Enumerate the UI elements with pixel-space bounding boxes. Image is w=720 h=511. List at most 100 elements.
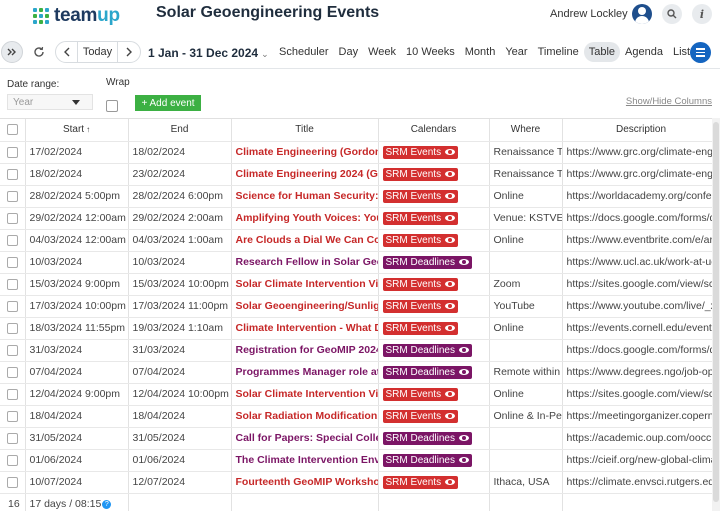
calendar-cell[interactable]: SRM Events — [378, 185, 490, 208]
eye-icon[interactable] — [458, 259, 469, 265]
calendar-cell[interactable]: SRM Deadlines — [378, 339, 490, 362]
today-button[interactable]: Today — [78, 42, 118, 62]
title-cell[interactable]: Registration for GeoMIP 2024 meeting — [231, 339, 379, 362]
row-checkbox[interactable] — [6, 146, 18, 158]
table-row[interactable]: 15/03/2024 9:00pm 15/03/2024 10:00pm Solar… — [0, 273, 720, 296]
eye-icon[interactable] — [445, 171, 456, 177]
description-cell[interactable]: https://docs.google.com/forms/d — [562, 339, 720, 362]
row-checkbox[interactable] — [6, 366, 18, 378]
start-cell[interactable]: 31/05/2024 — [25, 427, 129, 450]
table-row[interactable]: 28/02/2024 5:00pm 28/02/2024 6:00pm Scienc… — [0, 185, 720, 208]
info-icon[interactable]: i — [692, 4, 712, 24]
show-hide-columns-link[interactable]: Show/Hide Columns — [626, 96, 712, 107]
calendar-cell[interactable]: SRM Events — [378, 317, 490, 340]
tab-year[interactable]: Year — [500, 42, 532, 62]
end-cell[interactable]: 15/03/2024 10:00pm — [128, 273, 232, 296]
description-cell[interactable]: https://sites.google.com/view/sci — [562, 273, 720, 296]
row-checkbox[interactable] — [6, 410, 18, 422]
end-cell[interactable]: 04/03/2024 1:00am — [128, 229, 232, 252]
table-row[interactable]: 17/02/2024 18/02/2024 Climate Engineering … — [0, 141, 720, 164]
description-cell[interactable]: https://academic.oup.com/oocc — [562, 427, 720, 450]
title-cell[interactable]: Research Fellow in Solar Geoengineering — [231, 251, 379, 274]
column-header-end[interactable]: End — [128, 119, 232, 142]
end-cell[interactable]: 28/02/2024 6:00pm — [128, 185, 232, 208]
table-row[interactable]: 29/02/2024 12:00am 29/02/2024 2:00am Ampli… — [0, 207, 720, 230]
title-cell[interactable]: Science for Human Security: Navigating — [231, 185, 379, 208]
row-checkbox[interactable] — [6, 432, 18, 444]
where-cell[interactable]: YouTube — [489, 295, 563, 318]
start-cell[interactable]: 28/02/2024 5:00pm — [25, 185, 129, 208]
eye-icon[interactable] — [445, 237, 456, 243]
eye-icon[interactable] — [458, 369, 469, 375]
end-cell[interactable]: 01/06/2024 — [128, 449, 232, 472]
table-row[interactable]: 18/04/2024 18/04/2024 Solar Radiation Modi… — [0, 405, 720, 428]
end-cell[interactable]: 31/05/2024 — [128, 427, 232, 450]
where-cell[interactable] — [489, 449, 563, 472]
tab-10-weeks[interactable]: 10 Weeks — [401, 42, 460, 62]
start-cell[interactable]: 31/03/2024 — [25, 339, 129, 362]
end-cell[interactable]: 19/03/2024 1:10am — [128, 317, 232, 340]
table-row[interactable]: 07/04/2024 07/04/2024 Programmes Manager r… — [0, 361, 720, 384]
column-header-start[interactable]: Start ↑ — [25, 119, 129, 142]
title-cell[interactable]: The Climate Intervention Environmental — [231, 449, 379, 472]
calendar-cell[interactable]: SRM Events — [378, 383, 490, 406]
description-cell[interactable]: https://www.grc.org/climate-engineering-… — [562, 141, 720, 164]
title-cell[interactable]: Are Clouds a Dial We Can Control? — [231, 229, 379, 252]
menu-icon[interactable] — [690, 42, 711, 63]
start-cell[interactable]: 10/03/2024 — [25, 251, 129, 274]
title-cell[interactable]: Climate Engineering (Gordon Research Con… — [231, 141, 379, 164]
row-checkbox[interactable] — [6, 234, 18, 246]
start-cell[interactable]: 17/02/2024 — [25, 141, 129, 164]
calendar-cell[interactable]: SRM Deadlines — [378, 427, 490, 450]
tab-scheduler[interactable]: Scheduler — [274, 42, 334, 62]
description-cell[interactable]: https://www.ucl.ac.uk/work-at-ucl — [562, 251, 720, 274]
description-cell[interactable]: https://www.grc.org/climate-engineering-… — [562, 163, 720, 186]
description-cell[interactable]: https://sites.google.com/view/sci — [562, 383, 720, 406]
title-cell[interactable]: Solar Geoengineering/Sunlight — [231, 295, 379, 318]
description-cell[interactable]: https://www.youtube.com/live/_x — [562, 295, 720, 318]
row-checkbox[interactable] — [6, 278, 18, 290]
start-cell[interactable]: 18/03/2024 11:55pm — [25, 317, 129, 340]
title-cell[interactable]: Solar Climate Intervention Virtual — [231, 273, 379, 296]
column-header-title[interactable]: Title — [231, 119, 379, 142]
start-cell[interactable]: 18/04/2024 — [25, 405, 129, 428]
tab-week[interactable]: Week — [363, 42, 401, 62]
refresh-icon[interactable] — [28, 41, 50, 63]
eye-icon[interactable] — [445, 215, 456, 221]
row-checkbox[interactable] — [6, 476, 18, 488]
table-row[interactable]: 31/03/2024 31/03/2024 Registration for Geo… — [0, 339, 720, 362]
row-checkbox[interactable] — [6, 256, 18, 268]
title-cell[interactable]: Solar Radiation Modification, Climate — [231, 405, 379, 428]
description-cell[interactable]: https://events.cornell.edu/event — [562, 317, 720, 340]
row-checkbox[interactable] — [6, 344, 18, 356]
start-cell[interactable]: 01/06/2024 — [25, 449, 129, 472]
table-row[interactable]: 10/07/2024 12/07/2024 Fourteenth GeoMIP Wo… — [0, 471, 720, 494]
tab-day[interactable]: Day — [334, 42, 364, 62]
description-cell[interactable]: https://meetingorganizer.copernicus — [562, 405, 720, 428]
end-cell[interactable]: 07/04/2024 — [128, 361, 232, 384]
tab-timeline[interactable]: Timeline — [533, 42, 584, 62]
end-cell[interactable]: 17/03/2024 11:00pm — [128, 295, 232, 318]
help-icon[interactable]: ? — [102, 500, 112, 509]
where-cell[interactable]: Remote within the — [489, 361, 563, 384]
row-checkbox[interactable] — [6, 388, 18, 400]
tab-month[interactable]: Month — [460, 42, 501, 62]
eye-icon[interactable] — [445, 281, 456, 287]
where-cell[interactable]: Online — [489, 383, 563, 406]
description-cell[interactable]: https://cieif.org/new-global-climate — [562, 449, 720, 472]
where-cell[interactable]: Online — [489, 317, 563, 340]
column-header-calendars[interactable]: Calendars — [378, 119, 490, 142]
where-cell[interactable]: Online — [489, 229, 563, 252]
title-cell[interactable]: Programmes Manager role at The — [231, 361, 379, 384]
table-row[interactable]: 31/05/2024 31/05/2024 Call for Papers: Spe… — [0, 427, 720, 450]
eye-icon[interactable] — [458, 435, 469, 441]
end-cell[interactable]: 12/07/2024 — [128, 471, 232, 494]
teamup-logo[interactable]: teamup — [33, 5, 120, 27]
calendar-cell[interactable]: SRM Deadlines — [378, 251, 490, 274]
where-cell[interactable] — [489, 427, 563, 450]
select-all-checkbox[interactable] — [6, 124, 18, 136]
column-header-description[interactable]: Description — [562, 119, 720, 142]
where-cell[interactable]: Renaissance Tuscany — [489, 163, 563, 186]
calendar-cell[interactable]: SRM Events — [378, 141, 490, 164]
user-avatar-icon[interactable] — [632, 4, 652, 24]
